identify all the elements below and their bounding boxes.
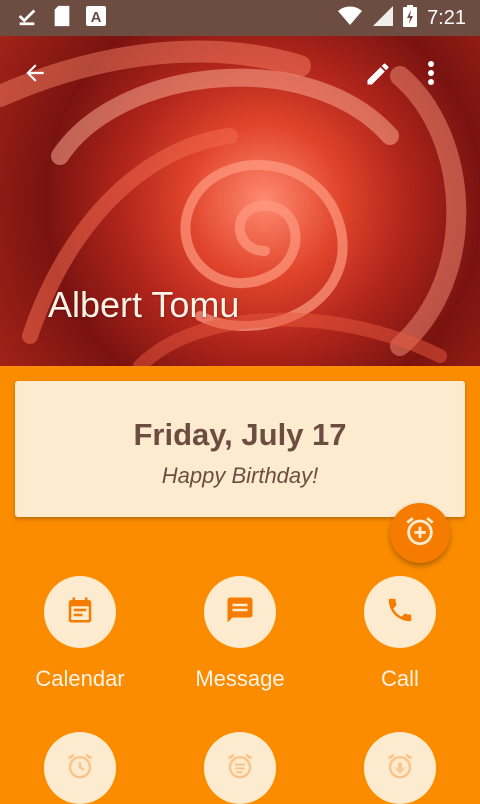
call-button[interactable] bbox=[364, 576, 436, 648]
contact-header-image: Albert Tomu bbox=[0, 36, 480, 366]
message-icon bbox=[225, 595, 255, 630]
signal-icon bbox=[373, 5, 394, 31]
download-done-icon bbox=[16, 5, 38, 32]
edit-button[interactable] bbox=[364, 60, 404, 100]
alarm-add-icon bbox=[403, 514, 437, 553]
status-bar: A 7:21 bbox=[0, 0, 480, 36]
contact-name: Albert Tomu bbox=[48, 284, 240, 325]
event-date: Friday, July 17 bbox=[133, 417, 347, 452]
message-label: Message bbox=[195, 666, 285, 691]
reminder-text-action[interactable] bbox=[170, 732, 310, 804]
alarm-mic-icon bbox=[385, 751, 415, 786]
event-card: Friday, July 17 Happy Birthday! bbox=[15, 381, 465, 517]
more-options-button[interactable] bbox=[427, 60, 467, 100]
calendar-label: Calendar bbox=[35, 666, 125, 691]
wifi-icon bbox=[337, 6, 363, 31]
text-font-icon: A bbox=[86, 5, 106, 31]
battery-icon bbox=[403, 4, 418, 32]
sd-card-icon bbox=[52, 5, 72, 32]
reminder-voice-action[interactable] bbox=[330, 732, 470, 804]
calendar-icon bbox=[65, 595, 95, 630]
alarm-icon bbox=[65, 751, 95, 786]
alarm-text-icon bbox=[225, 751, 255, 786]
reminder-voice-button[interactable] bbox=[364, 732, 436, 804]
calendar-action[interactable]: Calendar bbox=[10, 576, 150, 692]
reminder-alarm-button[interactable] bbox=[44, 732, 116, 804]
svg-text:A: A bbox=[91, 9, 102, 26]
status-time: 7:21 bbox=[427, 6, 466, 29]
call-label: Call bbox=[381, 666, 419, 691]
call-action[interactable]: Call bbox=[330, 576, 470, 692]
message-action[interactable]: Message bbox=[170, 576, 310, 692]
message-button[interactable] bbox=[204, 576, 276, 648]
reminder-text-button[interactable] bbox=[204, 732, 276, 804]
event-message: Happy Birthday! bbox=[161, 463, 319, 488]
add-reminder-button[interactable] bbox=[390, 503, 450, 563]
calendar-button[interactable] bbox=[44, 576, 116, 648]
reminder-alarm-action[interactable] bbox=[10, 732, 150, 804]
back-button[interactable] bbox=[22, 60, 62, 100]
phone-icon bbox=[385, 595, 415, 630]
